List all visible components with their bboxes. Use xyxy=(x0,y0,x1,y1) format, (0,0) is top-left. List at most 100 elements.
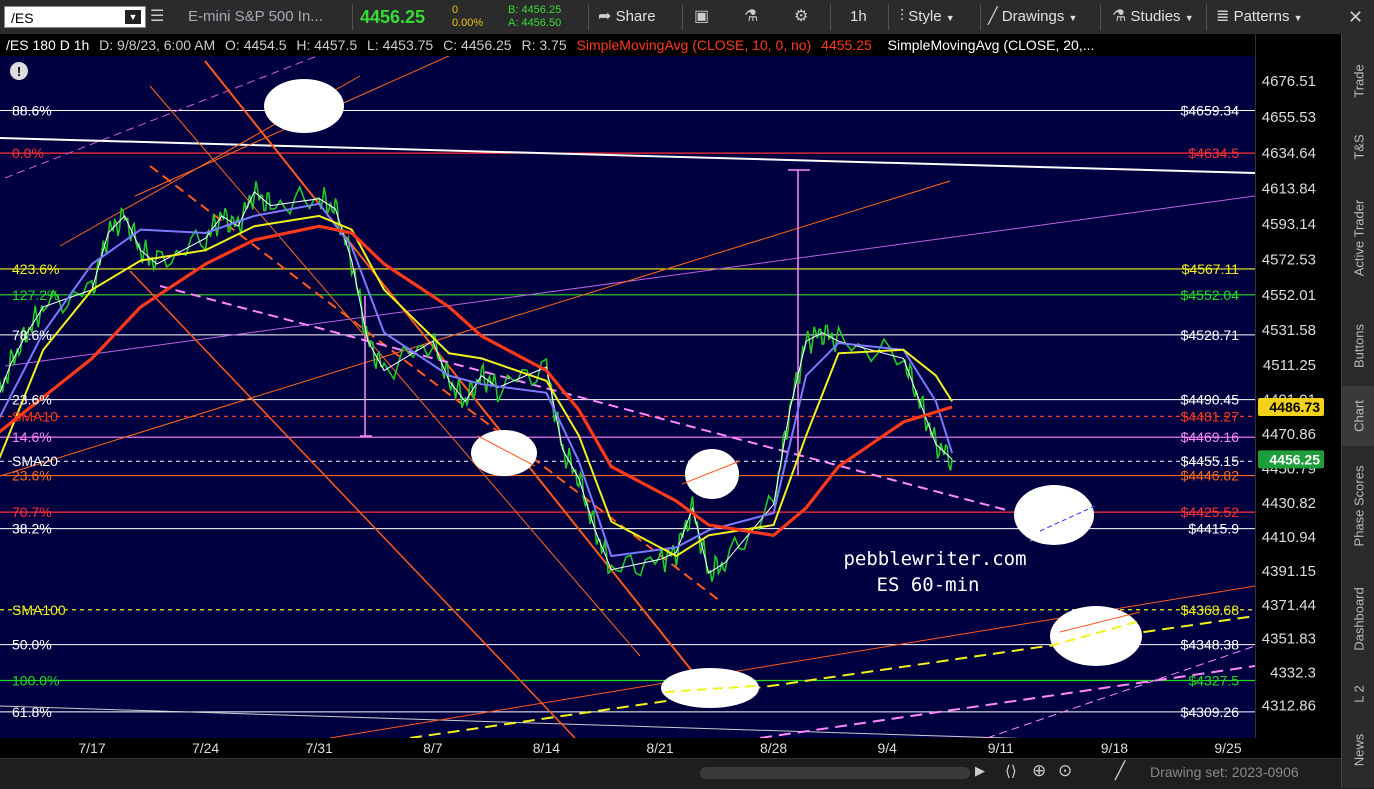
level-label-left: 78.6% xyxy=(12,327,52,343)
patterns-icon: ≣ xyxy=(1216,8,1230,25)
header-open: O: 4454.5 xyxy=(225,37,287,53)
pencil-icon: ╱ xyxy=(988,8,998,25)
study1-value: 4455.25 xyxy=(821,37,872,53)
patterns-button[interactable]: ≣ Patterns ▼ xyxy=(1216,4,1303,30)
level-label-left: 0.0% xyxy=(12,145,44,161)
studies-button[interactable]: ⚗ Studies ▼ xyxy=(1112,4,1194,30)
level-label-left: SMA100 xyxy=(12,602,66,618)
tab-dashboard[interactable]: Dashboard xyxy=(1342,569,1374,669)
y-tick-label: 4470.86 xyxy=(1262,426,1316,443)
trendline-white-top xyxy=(0,137,1256,174)
price-axis[interactable]: 4676.51 4655.53 4634.64 4613.84 4593.14 4572.… xyxy=(1255,34,1342,738)
y-tick-label: 4552.01 xyxy=(1262,287,1316,304)
price-chart[interactable]: 88.6% $4659.34 0.0% $4634.5 423.6% $4567.11 12… xyxy=(0,50,1256,747)
x-tick-label: 8/7 xyxy=(423,740,443,756)
x-tick-label: 8/21 xyxy=(646,740,673,756)
tab-phase-scores[interactable]: Phase Scores xyxy=(1342,446,1374,566)
highlight-ellipse xyxy=(471,430,537,476)
chart-area[interactable]: 88.6% $4659.34 0.0% $4634.5 423.6% $4567.11 12… xyxy=(0,50,1256,747)
highlight-ellipse xyxy=(1014,485,1094,545)
y-tick-label: 4655.53 xyxy=(1262,109,1316,126)
drawing-set-label[interactable]: Drawing set: 2023-0906 xyxy=(1150,764,1299,780)
level-label-left: 423.6% xyxy=(12,261,59,277)
divider xyxy=(352,4,353,30)
style-button[interactable]: ⫶ Style ▼ xyxy=(900,4,955,30)
y-tick-label: 4613.84 xyxy=(1262,181,1316,198)
interval-button[interactable]: 1h xyxy=(850,4,867,30)
scroll-right-icon[interactable]: ▶ xyxy=(975,763,985,779)
y-tick-label: 4634.64 xyxy=(1262,145,1316,162)
tab-buttons[interactable]: Buttons xyxy=(1342,306,1374,386)
tab-trade[interactable]: Trade xyxy=(1342,44,1374,118)
crosshair-icon[interactable]: ⊕ xyxy=(1032,761,1046,781)
tab-label: Chart xyxy=(1351,400,1366,432)
divider xyxy=(588,4,589,30)
chevron-down-icon[interactable]: ▼ xyxy=(125,10,141,24)
level-label-left: SMA10 xyxy=(12,408,58,424)
dashed-orange xyxy=(149,165,721,602)
header-study1[interactable]: SimpleMovingAvg (CLOSE, 10, 0, no) 4455.… xyxy=(577,37,878,53)
flask-icon[interactable]: ⚗ xyxy=(744,4,758,30)
tab-chart[interactable]: Chart xyxy=(1342,386,1374,446)
studies-label: Studies xyxy=(1130,8,1181,25)
chevron-down-icon: ▼ xyxy=(1184,13,1194,23)
level-label-right: $4469.16 xyxy=(1181,429,1240,445)
magnify-icon[interactable]: ⊙ xyxy=(1058,761,1072,781)
drawings-button[interactable]: ╱ Drawings ▼ xyxy=(988,4,1077,30)
tab-time-sales[interactable]: T&S xyxy=(1342,122,1374,172)
sma10-price-tag: 4486.73 xyxy=(1269,399,1320,415)
pencil-icon[interactable]: ╱ xyxy=(1115,761,1125,781)
level-label-right: $4309.26 xyxy=(1181,704,1240,720)
level-label-right: $4368.68 xyxy=(1181,602,1240,618)
y-tick-label: 4593.14 xyxy=(1262,216,1316,233)
header-study2[interactable]: SimpleMovingAvg (CLOSE, 20,... xyxy=(888,37,1095,53)
tab-active-trader[interactable]: Active Trader xyxy=(1342,174,1374,302)
menu-icon[interactable]: ☰ xyxy=(150,4,164,30)
tab-news[interactable]: News xyxy=(1342,720,1374,780)
level-label-left: 127.2% xyxy=(12,287,59,303)
divider xyxy=(1206,4,1207,30)
y-tick-label: 4410.94 xyxy=(1262,529,1316,546)
bid-value: B: 4456.25 xyxy=(508,4,562,16)
calendar-icon[interactable]: ▣ xyxy=(694,4,709,30)
time-axis[interactable]: 7/17 7/24 7/31 8/7 8/14 8/21 8/28 9/4 9/11 9/18 9/… xyxy=(0,738,1341,758)
x-tick-label: 8/14 xyxy=(533,740,560,756)
header-symbol: /ES 180 D 1h xyxy=(6,37,90,53)
chevron-down-icon: ▼ xyxy=(1068,13,1078,23)
level-label-left: 23.6% xyxy=(12,392,52,408)
gear-icon[interactable]: ⚙ xyxy=(794,4,808,30)
level-label-right: $4327.5 xyxy=(1188,672,1239,688)
level-label-left: 61.8% xyxy=(12,704,52,720)
side-tabs: Trade T&S Active Trader Buttons Chart Ph… xyxy=(1341,34,1374,788)
share-button[interactable]: ➦ Share xyxy=(598,4,656,30)
bid-ask-block: B: 4456.25 A: 4456.50 xyxy=(508,4,561,30)
chevron-down-icon: ▼ xyxy=(1293,13,1303,23)
y-tick-label: 4676.51 xyxy=(1262,73,1316,90)
time-axis-svg[interactable]: 7/17 7/24 7/31 8/7 8/14 8/21 8/28 9/4 9/11 9/18 9/… xyxy=(0,738,1341,758)
symbol-selector[interactable]: /ES ▼ xyxy=(4,6,146,28)
share-label: Share xyxy=(615,8,656,25)
flask-icon: ⚗ xyxy=(1112,8,1127,25)
y-tick-label: 4572.53 xyxy=(1262,252,1316,269)
level-label-right: $4490.45 xyxy=(1181,392,1240,408)
x-tick-label: 8/28 xyxy=(760,740,787,756)
tab-level2[interactable]: L 2 xyxy=(1342,670,1374,718)
level-label-right: $4567.11 xyxy=(1182,261,1240,277)
divider xyxy=(888,4,889,30)
close-icon[interactable]: ✕ xyxy=(1348,4,1363,30)
level-label-left: 50.0% xyxy=(12,637,52,653)
level-label-right: $4481.27 xyxy=(1181,408,1240,424)
level-label-left: 88.6% xyxy=(12,102,52,118)
x-tick-label: 7/31 xyxy=(306,740,333,756)
trendline-violet xyxy=(4,195,1256,367)
zoom-fit-icon[interactable]: ⟨⟩ xyxy=(1005,762,1017,780)
tab-label: Active Trader xyxy=(1351,199,1366,277)
tab-label: Dashboard xyxy=(1351,587,1366,651)
level-label-right: $4425.52 xyxy=(1181,504,1240,520)
horizontal-scrollbar[interactable] xyxy=(700,767,970,779)
divider xyxy=(1100,4,1101,30)
price-axis-svg[interactable]: 4676.51 4655.53 4634.64 4613.84 4593.14 4572.… xyxy=(1256,34,1342,738)
tab-label: L 2 xyxy=(1351,685,1366,703)
x-tick-label: 9/25 xyxy=(1214,740,1241,756)
y-tick-label: 4371.44 xyxy=(1262,597,1316,614)
